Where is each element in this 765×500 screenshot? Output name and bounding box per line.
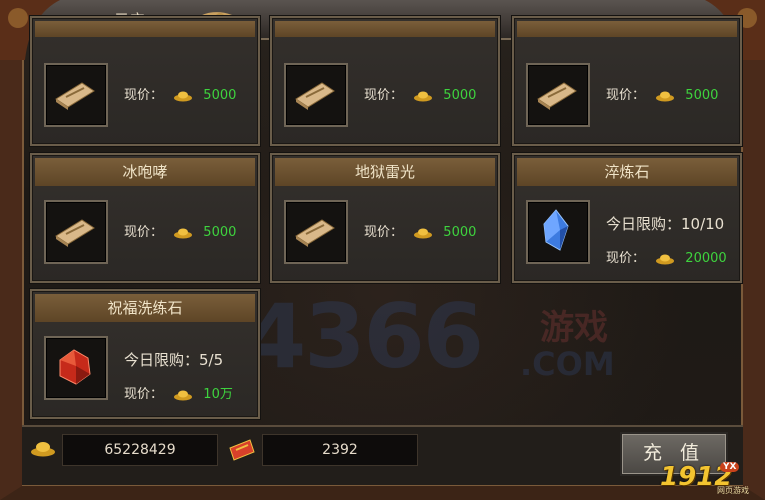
- gold-ingot-icon: [656, 254, 675, 264]
- purchase-limit: 今日限购：5/5: [124, 351, 224, 369]
- shop-item-card[interactable]: 淬炼石 今日限购：10/10 现价： 20000: [512, 153, 742, 283]
- watermark-cn: 游戏: [540, 308, 608, 348]
- price-value: 20000: [685, 251, 727, 266]
- shop-item-card[interactable]: 现价： 5000: [30, 16, 260, 146]
- price-row: 现价： 20000: [606, 247, 727, 267]
- gold-ingot-icon: [414, 91, 433, 101]
- gold-ingot-icon: [656, 91, 675, 101]
- price-row: 现价： 5000: [364, 84, 476, 104]
- skill-book-icon: [295, 82, 335, 110]
- item-name: 祝福洗练石: [35, 294, 255, 322]
- price-value: 5000: [203, 225, 237, 240]
- blue-crystal-icon: [543, 209, 569, 251]
- price-row: 现价： 5000: [364, 221, 476, 241]
- item-slot[interactable]: [44, 200, 108, 264]
- gold-ingot-icon: [31, 442, 55, 457]
- price-value: 10万: [203, 387, 233, 402]
- gold-ingot-icon: [174, 228, 193, 238]
- price-label: 现价：: [124, 387, 164, 402]
- price-row: 现价： 5000: [606, 84, 718, 104]
- purchase-limit: 今日限购：10/10: [606, 215, 725, 233]
- skill-book-icon: [55, 82, 95, 110]
- price-row: 现价： 10万: [124, 383, 233, 403]
- price-value: 5000: [685, 88, 719, 103]
- gold-balance: 65228429: [62, 434, 218, 466]
- item-slot[interactable]: [284, 63, 348, 127]
- brand-subtitle: 网页游戏: [717, 486, 749, 495]
- shop-item-card[interactable]: 冰咆哮 现价： 5000: [30, 153, 260, 283]
- item-slot[interactable]: [44, 63, 108, 127]
- item-name: 冰咆哮: [35, 158, 255, 186]
- red-ticket-icon: [229, 439, 255, 461]
- ticket-balance: 2392: [262, 434, 418, 466]
- watermark-number: 4366: [245, 285, 484, 388]
- price-label: 现价：: [606, 251, 646, 266]
- card-header: [275, 21, 495, 37]
- shop-item-card[interactable]: 现价： 5000: [270, 16, 500, 146]
- price-row: 现价： 5000: [124, 84, 236, 104]
- shop-item-card[interactable]: 现价： 5000: [512, 16, 742, 146]
- price-row: 现价： 5000: [124, 221, 236, 241]
- item-slot[interactable]: [526, 200, 590, 264]
- card-header: [517, 21, 737, 37]
- price-label: 现价：: [364, 88, 404, 103]
- price-value: 5000: [203, 88, 237, 103]
- shop-item-card[interactable]: 祝福洗练石 今日限购：5/5 现价： 10万: [30, 289, 260, 419]
- gold-ingot-icon: [174, 91, 193, 101]
- price-label: 现价：: [124, 88, 164, 103]
- gold-ingot-icon: [174, 390, 193, 400]
- gold-ingot-icon: [414, 228, 433, 238]
- skill-book-icon: [55, 219, 95, 247]
- brand-badge: YX: [720, 462, 740, 472]
- price-value: 5000: [443, 88, 477, 103]
- item-name: 地狱雷光: [275, 158, 495, 186]
- item-slot[interactable]: [284, 200, 348, 264]
- price-label: 现价：: [124, 225, 164, 240]
- price-value: 5000: [443, 225, 477, 240]
- item-slot[interactable]: [526, 63, 590, 127]
- watermark-domain: .COM: [520, 345, 615, 383]
- price-label: 现价：: [364, 225, 404, 240]
- item-slot[interactable]: [44, 336, 108, 400]
- skill-book-icon: [537, 82, 577, 110]
- skill-book-icon: [295, 219, 335, 247]
- item-name: 淬炼石: [517, 158, 737, 186]
- card-header: [35, 21, 255, 37]
- price-label: 现价：: [606, 88, 646, 103]
- shop-item-card[interactable]: 地狱雷光 现价： 5000: [270, 153, 500, 283]
- red-gem-icon: [59, 349, 91, 385]
